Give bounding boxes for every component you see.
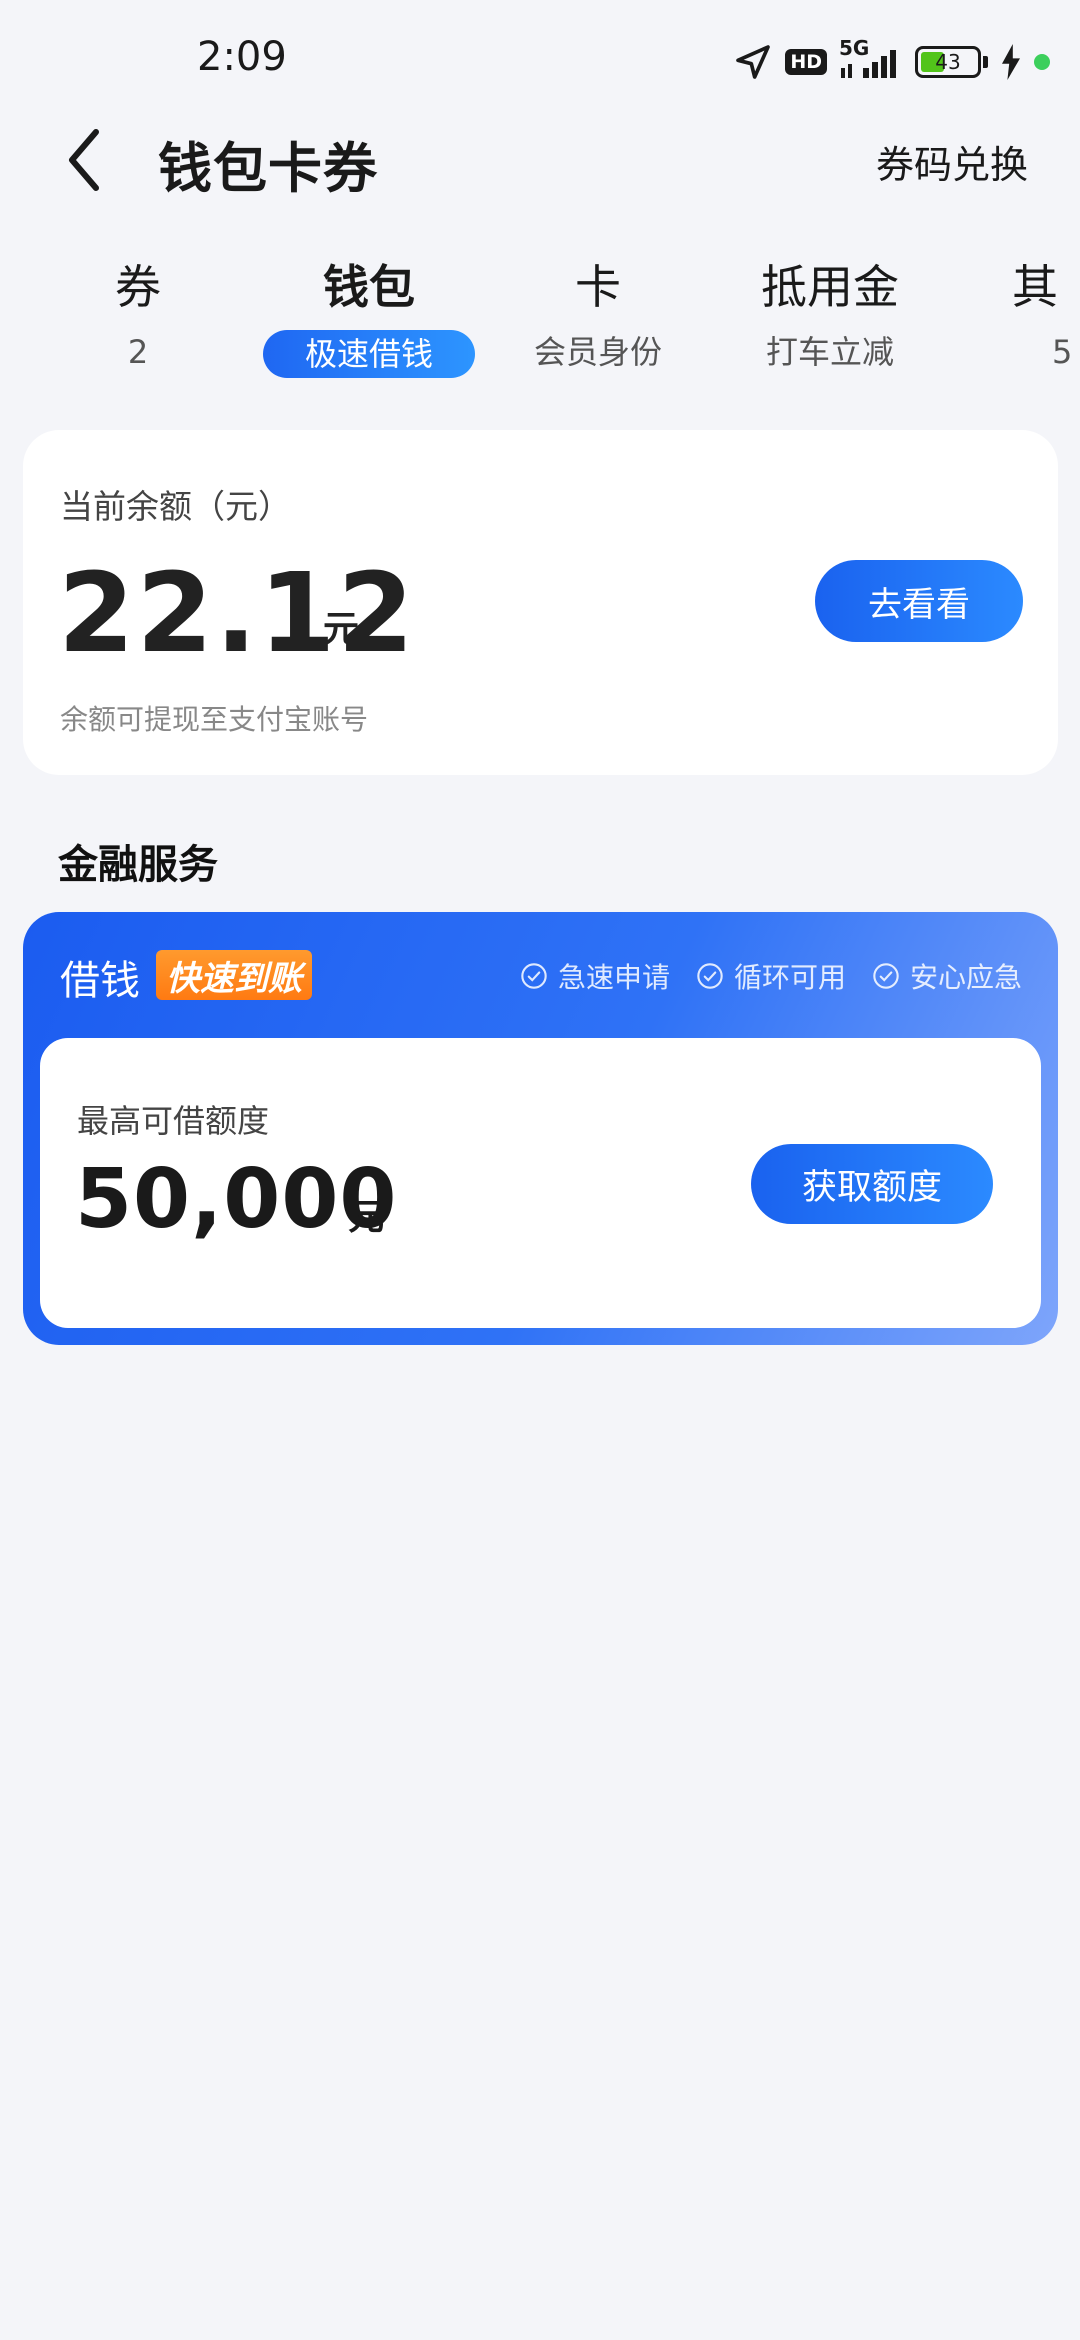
tab-vouchers[interactable]: 抵用金 打车立减 xyxy=(758,258,902,374)
battery-cap xyxy=(983,56,988,68)
status-icons: HD 5G 43 xyxy=(721,36,1050,84)
feature-list: 急速申请 循环可用 安心应急 xyxy=(494,956,1022,996)
tab-sub: 5 xyxy=(1052,333,1073,371)
balance-amount: 22.12 xyxy=(58,549,416,677)
view-balance-button[interactable]: 去看看 xyxy=(815,560,1023,642)
tab-sub-badge: 极速借钱 xyxy=(263,330,475,378)
loan-title: 借钱 xyxy=(60,958,140,1004)
tab-label: 钱包 xyxy=(323,260,415,314)
tab-label: 其 xyxy=(1012,260,1058,314)
back-button[interactable] xyxy=(56,124,112,196)
limit-unit: 元 xyxy=(348,1197,385,1238)
tab-wallet[interactable]: 钱包 极速借钱 xyxy=(263,258,475,378)
hd-icon: HD xyxy=(785,49,827,75)
feature-item: 安心应急 xyxy=(872,956,1022,996)
redeem-code-link[interactable]: 券码兑换 xyxy=(876,134,1028,189)
charging-icon xyxy=(1002,44,1020,80)
fast-arrival-badge: 快速到账 xyxy=(156,950,312,1000)
tab-sub: 打车立减 xyxy=(765,333,894,371)
feature-label: 循环可用 xyxy=(733,961,846,994)
balance-card: 当前余额（元） 22.12 元 余额可提现至支付宝账号 去看看 xyxy=(23,430,1058,775)
feature-item: 循环可用 xyxy=(696,956,846,996)
balance-label: 当前余额（元） xyxy=(60,487,291,526)
signal-icon: 5G xyxy=(839,36,903,82)
loan-limit-panel: 最高可借额度 50,000 元 获取额度 xyxy=(40,1038,1041,1328)
check-circle-icon xyxy=(521,963,547,989)
status-time: 2:09 xyxy=(197,34,287,80)
feature-label: 急速申请 xyxy=(557,961,670,994)
balance-note: 余额可提现至支付宝账号 xyxy=(60,703,369,736)
loan-card[interactable]: 借钱 快速到账 急速申请 循环可用 安心应急 最高可借额度 50,000 元 获… xyxy=(23,912,1058,1345)
limit-label: 最高可借额度 xyxy=(77,1102,270,1140)
get-limit-button[interactable]: 获取额度 xyxy=(751,1144,993,1224)
privacy-dot-icon xyxy=(1034,54,1050,70)
tab-label: 券 xyxy=(115,260,161,314)
tab-coupons[interactable]: 券 2 xyxy=(88,258,188,374)
feature-item: 急速申请 xyxy=(520,956,670,996)
feature-label: 安心应急 xyxy=(909,961,1022,994)
balance-unit: 元 xyxy=(323,609,360,650)
status-bar: 2:09 HD 5G 43 xyxy=(0,0,1080,120)
battery-level: 43 xyxy=(935,50,961,74)
section-title: 金融服务 xyxy=(58,842,218,888)
tab-label: 卡 xyxy=(575,260,621,314)
tab-sub: 2 xyxy=(127,333,149,371)
tab-label: 抵用金 xyxy=(761,260,899,314)
tab-cards[interactable]: 卡 会员身份 xyxy=(528,258,668,374)
battery-icon: 43 xyxy=(915,46,981,78)
check-circle-icon xyxy=(873,963,899,989)
chevron-left-icon xyxy=(69,129,99,191)
location-arrow-icon xyxy=(736,45,771,79)
page-title: 钱包卡券 xyxy=(158,137,378,200)
check-circle-icon xyxy=(697,963,723,989)
network-label: 5G xyxy=(839,36,870,60)
tab-sub: 会员身份 xyxy=(533,333,662,371)
tab-others[interactable]: 其 5 xyxy=(1012,258,1080,374)
